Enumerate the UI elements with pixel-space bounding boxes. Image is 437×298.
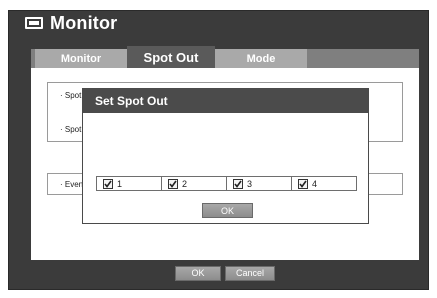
checkbox-label-2: 2	[182, 178, 188, 189]
window-title: Monitor	[50, 12, 118, 33]
set-spot-out-dialog: Set Spot Out 1 2 3 4 OK	[82, 88, 369, 224]
checkbox-4[interactable]	[298, 178, 308, 189]
checkbox-label-1: 1	[117, 178, 123, 189]
spot-option-3[interactable]: 3	[227, 177, 292, 190]
spot-option-4[interactable]: 4	[292, 177, 356, 190]
checkbox-3[interactable]	[233, 178, 243, 189]
tab-bar: Monitor Spot Out Mode	[31, 46, 419, 68]
spot-label-2: · Spot	[60, 125, 82, 134]
spot-checkbox-row: 1 2 3 4	[96, 176, 357, 191]
checkmark-icon	[104, 180, 112, 188]
dialog-title: Set Spot Out	[83, 89, 368, 113]
checkmark-icon	[169, 180, 177, 188]
dialog-ok-button[interactable]: OK	[202, 203, 253, 218]
event-label: · Even	[60, 180, 84, 189]
footer-buttons: OK Cancel	[31, 260, 419, 286]
checkbox-label-3: 3	[247, 178, 253, 189]
tab-spot-out[interactable]: Spot Out	[127, 46, 215, 68]
checkmark-icon	[299, 180, 307, 188]
tab-mode[interactable]: Mode	[215, 49, 307, 68]
checkbox-1[interactable]	[103, 178, 113, 189]
monitor-icon	[24, 16, 44, 30]
checkmark-icon	[234, 180, 242, 188]
spot-label-1: · Spot	[60, 91, 82, 100]
spot-option-2[interactable]: 2	[162, 177, 227, 190]
checkbox-2[interactable]	[168, 178, 178, 189]
checkbox-label-4: 4	[312, 178, 318, 189]
spot-option-1[interactable]: 1	[97, 177, 162, 190]
window-titlebar: Monitor	[8, 10, 308, 36]
tab-monitor[interactable]: Monitor	[35, 49, 127, 68]
cancel-button[interactable]: Cancel	[225, 265, 275, 281]
ok-button[interactable]: OK	[175, 265, 221, 281]
